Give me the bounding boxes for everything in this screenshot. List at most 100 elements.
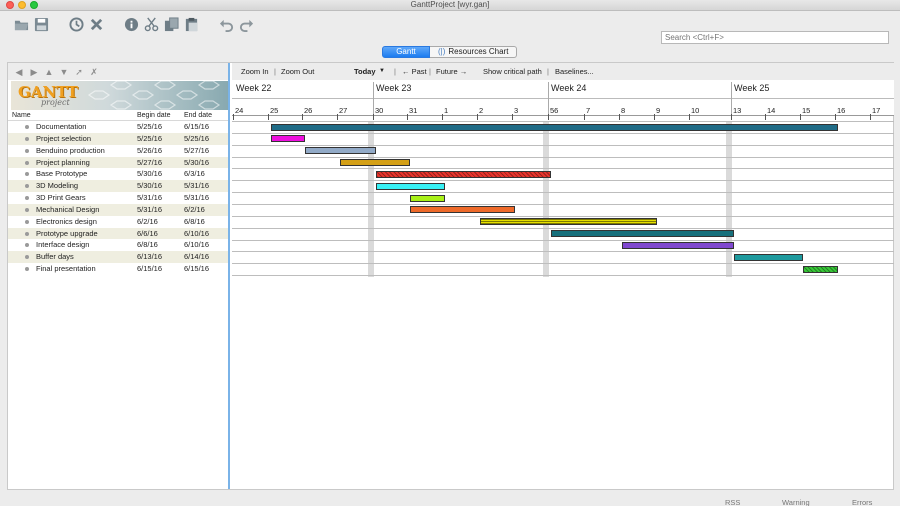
task-row[interactable]: Project planning 5/27/16 5/30/16 (8, 156, 228, 169)
task-row[interactable]: Electronics design 6/2/16 6/8/16 (8, 216, 228, 228)
column-end-header[interactable]: End date (184, 111, 212, 121)
grid-row-line (232, 215, 894, 217)
task-bullet-icon (25, 219, 29, 224)
task-bar[interactable] (622, 242, 734, 249)
zoom-in-button[interactable]: Zoom In (241, 63, 269, 80)
day-tick (835, 114, 836, 120)
week-separator (731, 82, 732, 116)
rss-status[interactable]: RSS (725, 498, 740, 506)
grid-row-line (232, 251, 894, 253)
task-bar[interactable] (410, 206, 515, 214)
errors-status[interactable]: Errors (852, 498, 872, 506)
task-row[interactable]: Buffer days 6/13/16 6/14/16 (8, 251, 228, 264)
open-icon[interactable] (13, 16, 29, 32)
task-bar[interactable] (376, 170, 551, 178)
task-name: Project planning (36, 157, 90, 167)
task-name: Buffer days (36, 252, 74, 262)
move-down-icon[interactable]: ▼ (59, 67, 69, 77)
timeline-header: Week 22 Week 23 Week 24 Week 25 24 25 26 27 30 31… (232, 80, 894, 120)
tab-gantt-label: Gantt (396, 47, 416, 56)
link-icon[interactable]: ➚ (74, 67, 84, 77)
warning-status[interactable]: Warning (782, 498, 810, 506)
unindent-icon[interactable]: ◀ (14, 67, 24, 77)
day-label: 3 (514, 106, 519, 115)
task-bullet-icon (25, 207, 29, 212)
task-bar[interactable] (480, 218, 657, 226)
task-row[interactable]: Final presentation 6/15/16 6/15/16 (8, 263, 228, 275)
day-tick (233, 114, 234, 120)
task-tree-toolbar: ◀ ▶ ▲ ▼ ➚ ✗ (8, 63, 228, 80)
task-bar[interactable] (271, 135, 305, 143)
task-row[interactable]: Base Prototype 5/30/16 6/3/16 (8, 168, 228, 180)
gantt-chart-panel: Zoom In | Zoom Out Today ▼ | ← Past | Fu… (232, 63, 894, 489)
task-bar[interactable] (376, 182, 445, 190)
past-button[interactable]: ← Past (402, 63, 427, 80)
toolbar-separator: | (429, 67, 431, 76)
task-row[interactable]: 3D Modeling 5/30/16 5/31/16 (8, 180, 228, 193)
task-bar[interactable] (803, 265, 838, 273)
column-begin-header[interactable]: Begin date (137, 111, 170, 121)
grid-row-line (232, 144, 894, 146)
show-critical-path-button[interactable]: Show critical path (483, 63, 542, 80)
undo-icon[interactable] (218, 16, 234, 32)
toolbar-separator: | (274, 67, 276, 76)
task-row[interactable]: Prototype upgrade 6/6/16 6/10/16 (8, 227, 228, 240)
day-label: 7 (586, 106, 591, 115)
task-name: 3D Modeling (36, 181, 79, 191)
paste-icon[interactable] (183, 16, 199, 32)
day-tick (302, 114, 303, 120)
redo-icon[interactable] (238, 16, 254, 32)
task-end-date: 6/15/16 (184, 264, 210, 274)
day-tick (619, 114, 620, 120)
copy-icon[interactable] (163, 16, 179, 32)
task-name: Mechanical Design (36, 204, 100, 214)
today-dropdown-icon[interactable]: ▼ (379, 63, 385, 80)
task-row[interactable]: Mechanical Design 5/31/16 6/2/16 (8, 203, 228, 216)
task-bullet-icon (25, 243, 29, 248)
unlink-icon[interactable]: ✗ (89, 67, 99, 77)
today-button[interactable]: Today (354, 63, 376, 80)
task-bar[interactable] (340, 159, 410, 167)
cut-icon[interactable] (143, 16, 159, 32)
future-button[interactable]: Future → (436, 63, 467, 80)
task-end-date: 5/30/16 (184, 157, 210, 167)
task-end-date: 5/31/16 (184, 181, 210, 191)
history-icon[interactable] (68, 16, 84, 32)
tab-resources-chart[interactable]: (|) Resources Chart (430, 46, 518, 58)
grid-row-line (232, 239, 894, 241)
task-row[interactable]: Interface design 6/8/16 6/10/16 (8, 239, 228, 251)
baselines-button[interactable]: Baselines... (555, 63, 594, 80)
task-row[interactable]: Benduino production 5/26/16 5/27/16 (8, 145, 228, 157)
ganttproject-logo: GANTT project (11, 81, 228, 110)
delete-icon[interactable] (88, 16, 104, 32)
save-icon[interactable] (33, 16, 49, 32)
day-label: 27 (339, 106, 348, 115)
task-row[interactable]: Documentation 5/25/16 6/15/16 (8, 121, 228, 133)
grid-row-line (232, 275, 894, 277)
task-begin-date: 5/31/16 (137, 204, 163, 214)
task-begin-date: 6/15/16 (137, 264, 163, 274)
task-end-date: 5/25/16 (184, 133, 210, 143)
info-icon[interactable] (123, 16, 139, 32)
move-up-icon[interactable]: ▲ (44, 67, 54, 77)
task-bar[interactable] (734, 253, 803, 261)
search-input[interactable] (661, 31, 889, 44)
task-row[interactable]: 3D Print Gears 5/31/16 5/31/16 (8, 192, 228, 204)
task-bar[interactable] (305, 147, 376, 155)
week-separator (548, 82, 549, 116)
task-row[interactable]: Project selection 5/25/16 5/25/16 (8, 132, 228, 145)
task-bar[interactable] (271, 123, 838, 131)
task-tree-panel: ◀ ▶ ▲ ▼ ➚ ✗ GANTT project Name Begin dat… (8, 63, 230, 489)
zoom-out-button[interactable]: Zoom Out (281, 63, 314, 80)
task-name: Prototype upgrade (36, 228, 98, 238)
indent-icon[interactable]: ▶ (29, 67, 39, 77)
tab-gantt[interactable]: Gantt (382, 46, 430, 58)
week-label: Week 24 (551, 83, 587, 93)
task-bullet-icon (25, 125, 29, 129)
task-end-date: 5/31/16 (184, 193, 210, 203)
column-name-header[interactable]: Name (12, 111, 31, 121)
day-label: 2 (479, 106, 484, 115)
task-bar[interactable] (410, 194, 445, 202)
day-label: 14 (767, 106, 776, 115)
task-bar[interactable] (551, 230, 734, 238)
